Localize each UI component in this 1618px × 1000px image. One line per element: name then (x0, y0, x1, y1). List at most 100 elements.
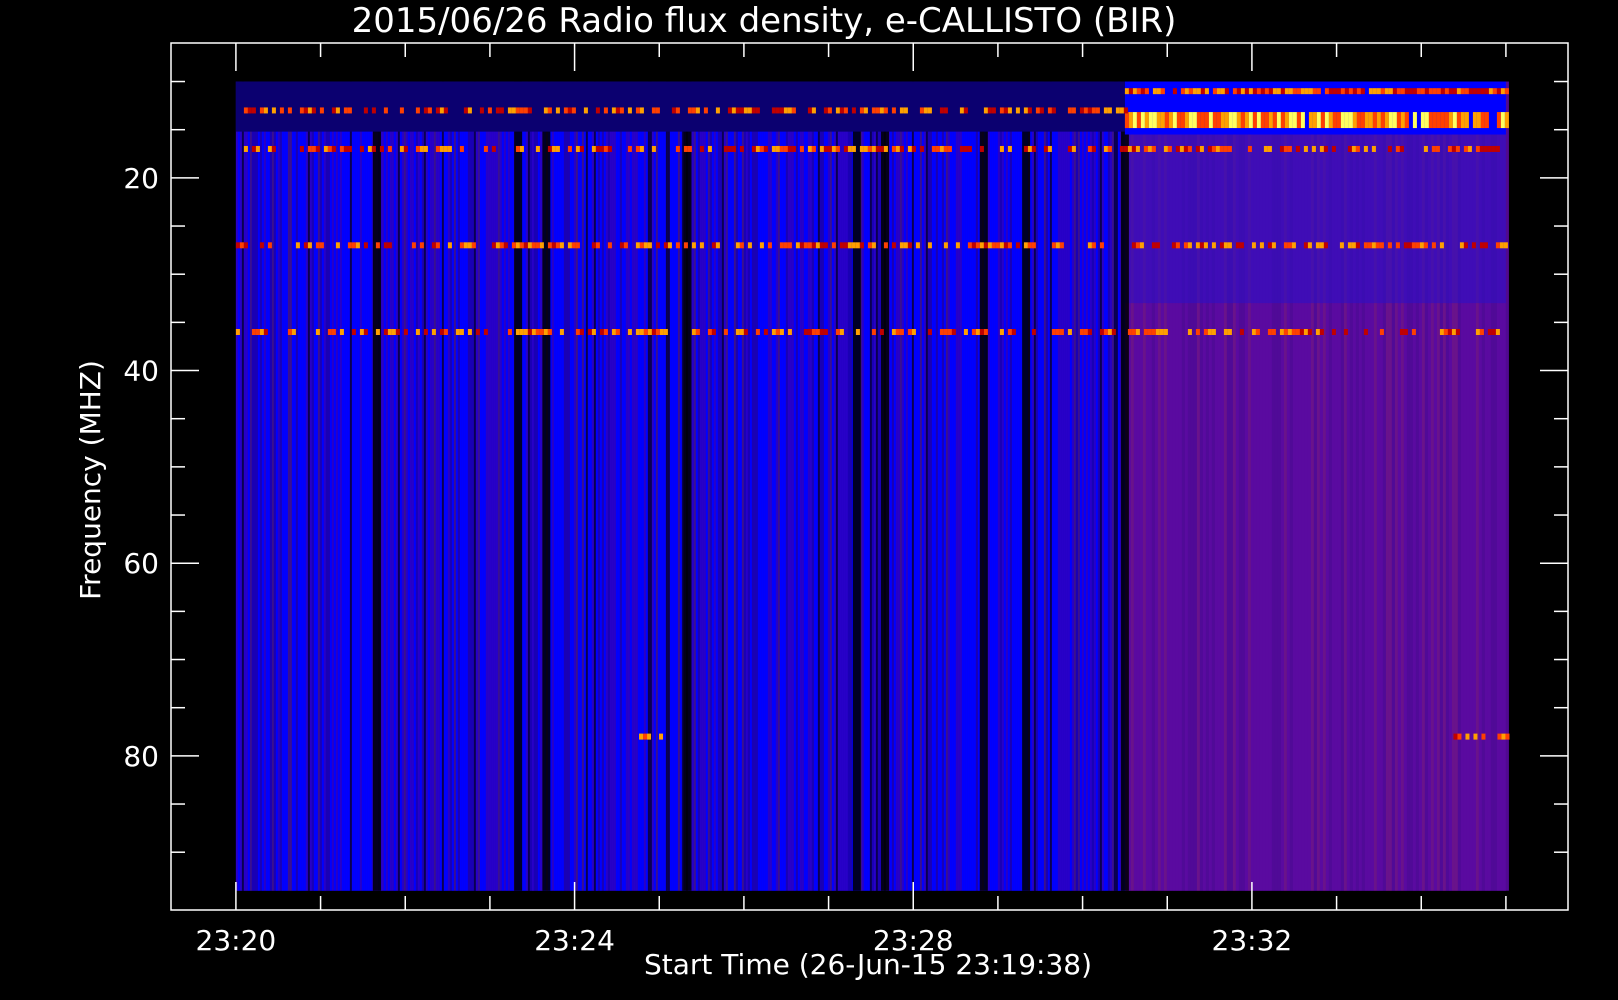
spectrogram-bright-cell (1483, 242, 1488, 249)
spectrogram-column (1043, 81, 1046, 891)
spectrogram-column (305, 81, 308, 891)
spectrogram-column (1013, 81, 1016, 891)
spectrogram-bright-cell (1431, 145, 1436, 152)
spectrogram-bright-cell (1235, 242, 1240, 249)
spectrogram-column (725, 81, 728, 891)
spectrogram-bright-cell (1408, 88, 1413, 95)
spectrogram-bright-cell (499, 242, 504, 249)
spectrogram-dark-column (514, 81, 523, 891)
spectrogram-bright-cell (1031, 242, 1036, 249)
spectrogram-column (975, 81, 978, 891)
spectrogram-bright-cell (663, 242, 668, 249)
spectrogram-bright-cell (1396, 112, 1401, 129)
spectrogram-column (461, 81, 464, 891)
spectrogram-column (907, 81, 910, 891)
spectrogram-bright-cell (1303, 145, 1308, 152)
spectrogram-bright-cell (1260, 112, 1265, 129)
spectrogram-column (973, 81, 976, 891)
spectrogram-bright-cell (639, 329, 644, 335)
spectrogram-bright-cell (1444, 88, 1449, 95)
spectrogram-bright-cell (547, 145, 552, 152)
spectrogram-bright-cell (515, 242, 520, 249)
spectrogram-bright-cell (495, 242, 500, 249)
spectrogram-bright-cell (1251, 242, 1256, 249)
spectrogram-bright-cell (903, 242, 908, 249)
spectrogram-column (967, 81, 970, 891)
spectrogram-bright-cell (755, 329, 760, 335)
spectrogram-image (235, 81, 1510, 891)
spectrogram-column (1039, 81, 1042, 891)
spectrogram-bright-cell (855, 329, 860, 335)
spectrogram-column (955, 81, 958, 891)
spectrogram-column (999, 81, 1002, 891)
spectrogram-bright-cell (943, 329, 948, 335)
spectrogram-bright-cell (707, 329, 712, 335)
spectrogram-bright-cell (1463, 242, 1468, 249)
spectrogram-bright-cell (1015, 107, 1020, 114)
spectrogram-bright-cell (1007, 145, 1012, 152)
spectrogram-bright-cell (395, 329, 400, 335)
spectrogram-column (641, 81, 644, 891)
spectrogram-bright-cell (523, 107, 528, 114)
spectrogram-column (995, 81, 998, 891)
spectrogram-bright-cell (1196, 88, 1201, 95)
spectrogram-bright-cell (1495, 242, 1500, 249)
spectrogram-column (301, 81, 304, 891)
spectrogram-bright-cell (1339, 242, 1344, 249)
spectrogram-bright-cell (1347, 145, 1352, 152)
spectrogram-bright-cell (743, 329, 748, 335)
spectrogram-bright-cell (299, 107, 304, 114)
spectrogram-column (699, 81, 702, 891)
spectrogram-bright-cell (1287, 329, 1292, 335)
spectrogram-bright-cell (1007, 329, 1012, 335)
spectrogram-bright-cell (359, 145, 364, 152)
spectrogram-bright-cell (1283, 242, 1288, 249)
spectrogram-bright-cell (699, 242, 704, 249)
spectrogram-bright-cell (815, 329, 820, 335)
spectrogram-bright-cell (1143, 329, 1148, 335)
spectrogram-bright-cell (595, 145, 600, 152)
spectrogram-bright-cell (459, 145, 464, 152)
spectrogram-column (753, 81, 756, 891)
spectrogram-bright-cell (643, 242, 648, 249)
spectrogram-bright-cell (1095, 107, 1100, 114)
spectrogram-bright-cell (1447, 329, 1452, 335)
spectrogram-column (443, 81, 446, 891)
spectrogram-bright-cell (1176, 112, 1181, 129)
spectrogram-bright-cell (555, 107, 560, 114)
spectrogram-column (271, 81, 274, 891)
spectrogram-bright-cell (1172, 112, 1177, 129)
spectrogram-bright-cell (1227, 242, 1232, 249)
spectrogram-column (425, 81, 428, 891)
spectrogram-bright-cell (1195, 329, 1200, 335)
spectrogram-column (729, 81, 732, 891)
spectrogram-bright-cell (1372, 112, 1377, 129)
spectrogram-bright-cell (1259, 242, 1264, 249)
spectrogram-bright-cell (1208, 112, 1213, 129)
spectrogram-bright-cell (1420, 88, 1425, 95)
spectrogram-bright-cell (483, 329, 488, 335)
spectrogram-column (411, 81, 414, 891)
spectrogram-column (327, 81, 330, 891)
spectrogram-column (477, 81, 480, 891)
spectrogram-bright-cell (247, 107, 252, 114)
spectrogram-bright-cell (1364, 112, 1369, 129)
spectrogram-bright-cell (1135, 145, 1140, 152)
spectrogram-bright-cell (1484, 88, 1489, 95)
spectrogram-bright-cell (1059, 242, 1064, 249)
spectrogram-column (309, 81, 312, 891)
spectrogram-bright-cell (1471, 242, 1476, 249)
y-tick-label: 80 (123, 740, 159, 773)
spectrogram-column (251, 81, 254, 891)
spectrogram-column (715, 81, 718, 891)
spectrogram-column (277, 81, 280, 891)
spectrogram-bright-cell (315, 329, 320, 335)
spectrogram-column (711, 81, 714, 891)
spectrogram-bright-cell (1440, 112, 1445, 129)
spectrogram-bright-cell (1496, 112, 1501, 129)
spectrogram-bright-cell (787, 145, 792, 152)
spectrogram-column (1505, 81, 1509, 891)
spectrogram-column (761, 81, 764, 891)
spectrogram-bright-cell (899, 107, 904, 114)
spectrogram-bright-cell (879, 329, 884, 335)
